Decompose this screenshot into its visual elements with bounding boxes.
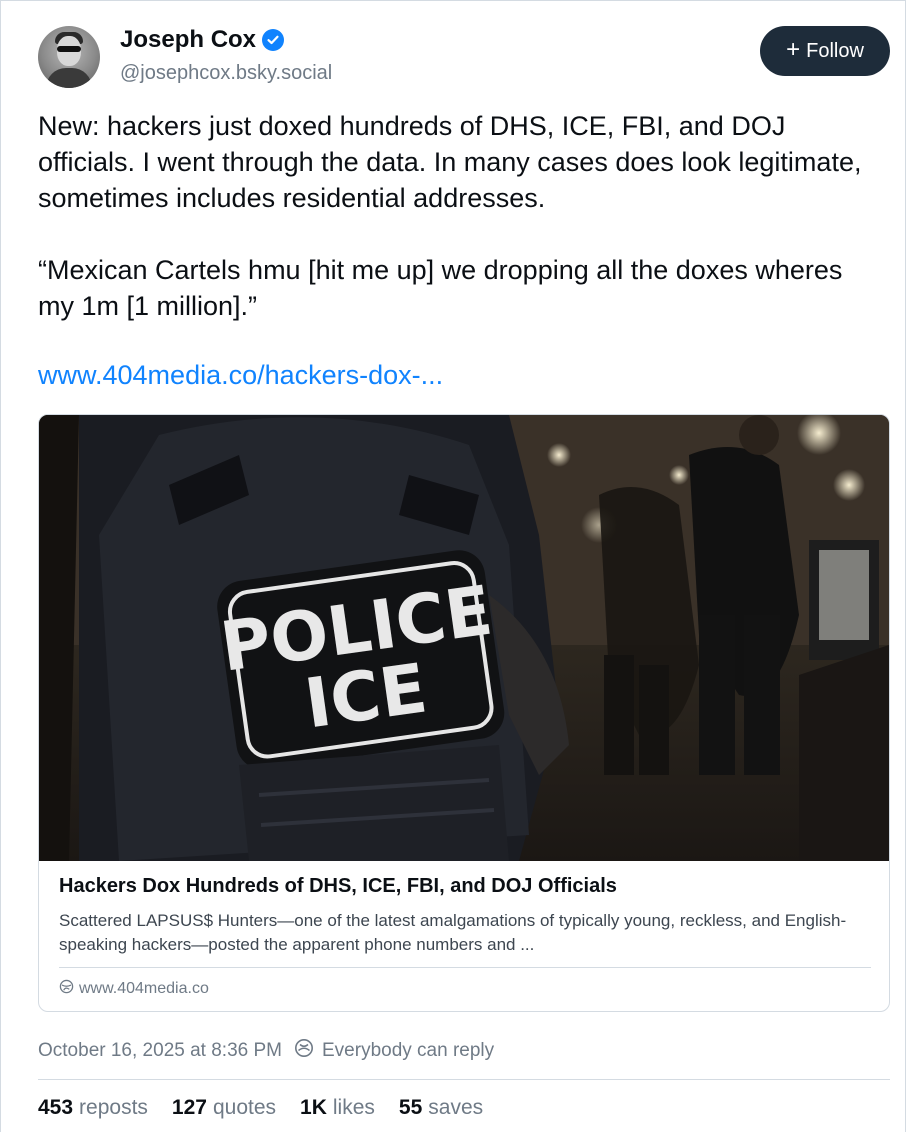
link-card-domain-row: www.404media.co: [59, 979, 209, 999]
avatar[interactable]: [38, 26, 100, 88]
stat-label: reposts: [79, 1096, 148, 1119]
post-timestamp[interactable]: October 16, 2025 at 8:36 PM: [38, 1040, 282, 1062]
stat-count: 127: [171, 1096, 207, 1119]
post-header: Joseph Cox @josephcox.bsky.social + Foll…: [38, 26, 890, 90]
stat-label: saves: [428, 1096, 484, 1119]
engagement-stats: 453 reposts 127 quotes 1K likes 55 saves: [38, 1096, 483, 1120]
author-display-name[interactable]: Joseph Cox: [120, 26, 256, 54]
follow-button[interactable]: + Follow: [760, 26, 890, 76]
author-handle[interactable]: @josephcox.bsky.social: [120, 62, 332, 85]
post-meta-row: October 16, 2025 at 8:36 PM Everybody ca…: [38, 1038, 494, 1064]
stats-divider: [38, 1079, 890, 1080]
follow-label: Follow: [806, 39, 864, 62]
link-card-image: POLICE ICE: [39, 415, 889, 861]
stat-saves[interactable]: 55 saves: [399, 1096, 483, 1120]
reply-settings[interactable]: Everybody can reply: [294, 1038, 494, 1064]
stat-count: 55: [398, 1096, 423, 1119]
stat-label: likes: [332, 1096, 375, 1119]
link-card-divider: [59, 967, 871, 968]
stat-likes[interactable]: 1K likes: [300, 1096, 375, 1120]
stat-quotes[interactable]: 127 quotes: [172, 1096, 276, 1120]
stat-count: 453: [38, 1096, 74, 1119]
link-card-title: Hackers Dox Hundreds of DHS, ICE, FBI, a…: [59, 875, 617, 897]
link-card-domain: www.404media.co: [79, 980, 209, 997]
plus-icon: +: [786, 36, 801, 63]
post-text: New: hackers just doxed hundreds of DHS,…: [38, 111, 862, 321]
verified-badge-icon[interactable]: [262, 29, 285, 51]
stat-reposts[interactable]: 453 reposts: [38, 1096, 148, 1120]
post-link[interactable]: www.404media.co/hackers-dox-...: [38, 360, 443, 391]
stat-label: quotes: [212, 1096, 277, 1119]
link-card-description: Scattered LAPSUS$ Hunters—one of the lat…: [59, 911, 847, 954]
stat-count: 1K: [300, 1096, 327, 1119]
globe-icon: [59, 979, 74, 999]
author-name-row: Joseph Cox: [120, 26, 285, 54]
reply-settings-label: Everybody can reply: [322, 1040, 495, 1061]
link-card[interactable]: POLICE ICE Hackers Dox Hundreds of DHS, …: [38, 414, 890, 1012]
avatar-body: [46, 68, 92, 88]
avatar-sunglasses: [57, 46, 81, 52]
ice-patch-text: ICE: [300, 649, 431, 744]
reply-settings-icon: [294, 1038, 314, 1064]
